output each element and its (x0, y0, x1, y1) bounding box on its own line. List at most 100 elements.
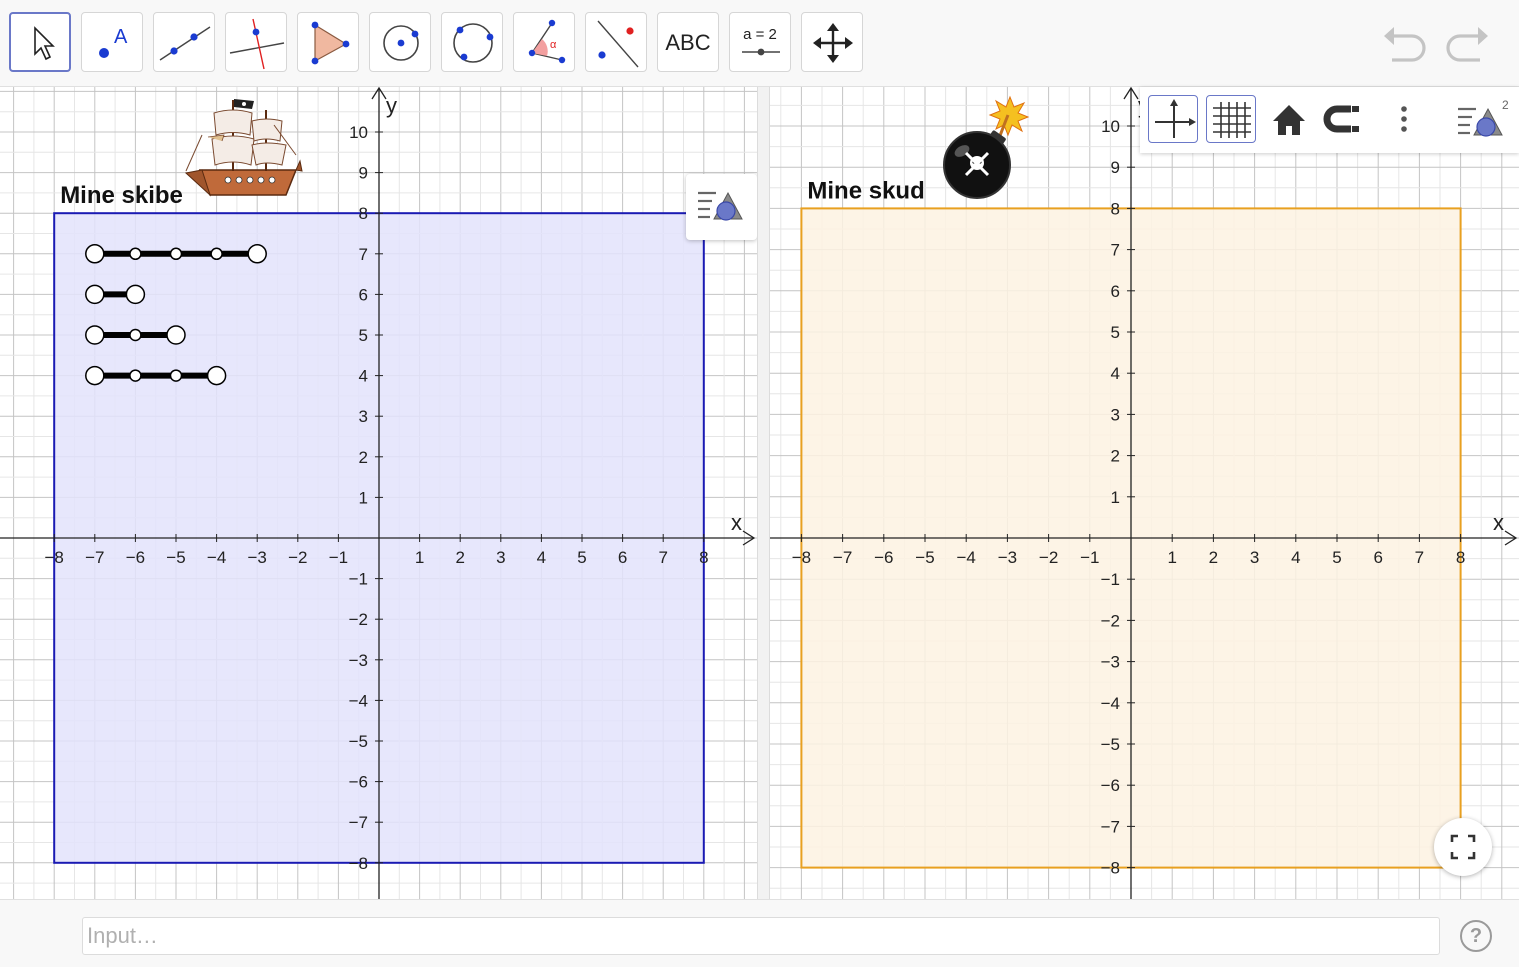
x-tick-label: 4 (537, 548, 546, 567)
y-tick-label: −5 (1101, 735, 1120, 754)
coordinate-plane-right[interactable]: xy−8−7−6−5−4−3−2−11234567810987654321−1−… (770, 87, 1519, 899)
ship-cell-point[interactable] (210, 247, 223, 261)
x-tick-label: −2 (1039, 548, 1058, 567)
circle-center-tool-button[interactable] (369, 12, 431, 72)
y-tick-label: −3 (1101, 653, 1120, 672)
y-tick-label: 6 (359, 285, 368, 304)
point-icon: A (99, 26, 128, 58)
undo-button[interactable] (1382, 22, 1432, 66)
x-tick-label: 1 (415, 548, 424, 567)
y-tick-label: 4 (1111, 364, 1120, 383)
style-bar-toggle-left[interactable] (686, 174, 757, 240)
y-tick-label: −8 (349, 854, 368, 873)
ship-endpoint[interactable] (247, 244, 267, 264)
graphics-view-2[interactable]: xy−8−7−6−5−4−3−2−11234567810987654321−1−… (770, 87, 1519, 899)
x-tick-label: −4 (207, 548, 226, 567)
ship-endpoint[interactable] (125, 284, 146, 305)
y-tick-label: 5 (1111, 323, 1120, 342)
ship-cell-point[interactable] (169, 369, 183, 382)
x-tick-label: −1 (1080, 548, 1099, 567)
y-tick-label: −8 (1101, 859, 1120, 878)
x-tick-label: 2 (455, 548, 464, 567)
ship-cell-point[interactable] (129, 369, 142, 382)
circle-three-points-icon (453, 23, 494, 63)
y-tick-label: 1 (1111, 488, 1120, 507)
ship-cell-point[interactable] (129, 247, 142, 261)
x-tick-label: −8 (45, 548, 64, 567)
standard-view-button[interactable] (1264, 95, 1314, 143)
coordinate-plane-left[interactable]: x y −8 −7 −6 −5 −4 −3 −2 −1 1 2 3 4 5 6 7 8 10 9 8 7 6 5 4 3 2 1 −1 −… (0, 87, 757, 899)
undo-icon (1384, 27, 1426, 62)
graphics-view-1[interactable]: x y −8 −7 −6 −5 −4 −3 −2 −1 1 2 3 4 5 6 7 8 10 9 8 7 6 5 4 3 2 1 −1 −… (0, 87, 757, 899)
line-tool-button[interactable] (153, 12, 215, 72)
svg-text:α: α (550, 39, 557, 51)
angle-tool-button[interactable]: α (513, 12, 575, 72)
x-tick-label: −8 (792, 548, 811, 567)
redo-icon (1446, 27, 1488, 62)
y-tick-label: −7 (349, 813, 368, 832)
ship-endpoint[interactable] (206, 365, 227, 386)
graphics-style-icon (698, 191, 743, 221)
fullscreen-icon (1450, 834, 1476, 860)
ship-cell-point[interactable] (169, 247, 183, 261)
point-capture-icon (1323, 105, 1359, 133)
home-icon (1273, 105, 1305, 135)
x-tick-label: 7 (1415, 548, 1424, 567)
fullscreen-button[interactable] (1434, 818, 1492, 876)
y-tick-label: 2 (359, 448, 368, 467)
algebra-input-field[interactable] (82, 917, 1440, 955)
y-tick-label: 1 (359, 488, 368, 507)
point-capturing-button[interactable] (1321, 95, 1371, 143)
view-divider[interactable] (757, 87, 770, 899)
y-tick-label: 10 (349, 123, 368, 142)
more-options-icon (1401, 106, 1407, 132)
y-tick-label: −4 (1101, 694, 1120, 713)
x-tick-label: −1 (329, 548, 348, 567)
ship-endpoint[interactable] (85, 365, 105, 386)
help-button[interactable]: ? (1460, 920, 1492, 952)
perpendicular-line-tool-button[interactable] (225, 12, 287, 72)
x-tick-label: 8 (1456, 548, 1465, 567)
y-tick-label: 3 (1111, 405, 1120, 424)
svg-text:A: A (114, 26, 128, 48)
x-tick-label: −2 (288, 548, 307, 567)
toggle-axes-button[interactable] (1148, 95, 1198, 143)
x-tick-label: 1 (1167, 548, 1176, 567)
more-options-button[interactable] (1379, 95, 1429, 143)
board-title-mine-skibe: Mine skibe (60, 182, 183, 209)
y-tick-label: 9 (1111, 158, 1120, 177)
graphics-style-icon: 2 (1458, 98, 1509, 137)
x-tick-label: −6 (126, 548, 145, 567)
y-tick-label: −2 (1101, 611, 1120, 630)
text-tool-button[interactable]: ABC (657, 12, 719, 72)
move-tool-button[interactable] (9, 12, 71, 72)
perpendicular-line-icon (229, 18, 285, 70)
graphics-style-bar: 2 (1140, 87, 1519, 153)
move-graphics-view-tool-button[interactable] (801, 12, 863, 72)
reflect-tool-button[interactable] (585, 12, 647, 72)
circle-center-icon (383, 25, 419, 61)
ship-cell-point[interactable] (129, 328, 142, 342)
ship-endpoint[interactable] (85, 325, 105, 345)
y-tick-label: −2 (349, 610, 368, 629)
x-tick-label: 3 (496, 548, 505, 567)
ship-endpoint[interactable] (85, 244, 105, 264)
circle-three-points-tool-button[interactable] (441, 12, 503, 72)
x-tick-label: 5 (577, 548, 586, 567)
x-tick-label: −5 (166, 548, 185, 567)
bomb-icon[interactable] (943, 95, 1030, 199)
slider-tool-button[interactable]: a = 2 (729, 12, 791, 72)
polygon-tool-button[interactable] (297, 12, 359, 72)
redo-button[interactable] (1442, 22, 1492, 66)
y-tick-label: 2 (1111, 447, 1120, 466)
point-tool-button[interactable]: A (81, 12, 143, 72)
toggle-grid-button[interactable] (1206, 95, 1256, 143)
ship-endpoint[interactable] (85, 284, 105, 305)
y-tick-label: 8 (359, 204, 368, 223)
y-tick-label: 10 (1101, 117, 1120, 136)
y-tick-label: −6 (1101, 776, 1120, 795)
style-bar-toggle-right[interactable]: 2 (1452, 95, 1516, 143)
ship-endpoint[interactable] (166, 325, 186, 345)
x-tick-label: −3 (998, 548, 1017, 567)
pirate-ship-icon[interactable] (184, 99, 303, 197)
